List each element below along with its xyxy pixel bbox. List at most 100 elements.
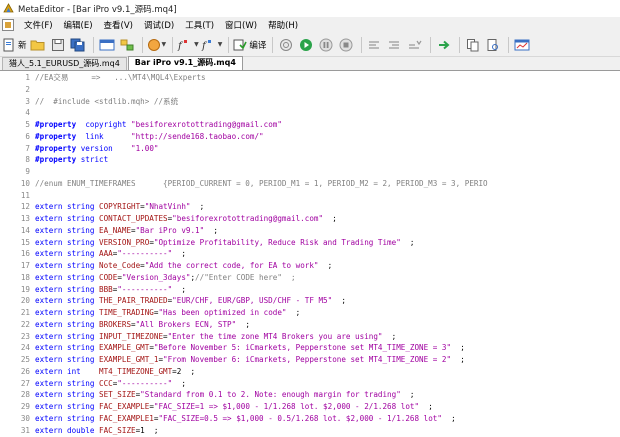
code-token-kw: strict: [80, 155, 109, 165]
code-line[interactable]: 1 //EA交易 => ...\MT4\MQL4\Experts: [0, 72, 205, 83]
code-text: extern string AAA="----------" ;: [30, 248, 186, 259]
save-all-button[interactable]: [69, 36, 87, 54]
menu-window[interactable]: 窗口(W): [221, 19, 264, 31]
code-line[interactable]: 30 extern string FAC_EXAMPLE1="FAC_SIZE=0…: [0, 413, 456, 424]
code-token-str: "EUR/CHF, EUR/GBP, USD/CHF - TF M5": [172, 296, 333, 306]
pause-debug-button[interactable]: [317, 36, 335, 54]
menu-file[interactable]: 文件(F): [20, 19, 60, 31]
forward-arrow-icon: [439, 40, 450, 49]
code-token-var: FAC_EXAMPLE1: [99, 413, 154, 423]
line-number: 28: [20, 390, 30, 400]
play-icon: [300, 38, 313, 51]
insert-dropdown-button[interactable]: ▼: [147, 36, 166, 54]
line-number: 15: [20, 237, 30, 247]
code-token-var: Note_Code: [99, 261, 141, 270]
step-out-button[interactable]: [406, 36, 424, 54]
menu-edit[interactable]: 编辑(E): [60, 19, 100, 31]
navigator-toggle-button[interactable]: [98, 36, 116, 54]
menu-view[interactable]: 查看(V): [100, 19, 140, 31]
code-line[interactable]: 18 extern string CODE="Version_3days";//"…: [0, 272, 296, 283]
code-line[interactable]: 6 #property link "http://sende168.taobao.…: [0, 131, 263, 142]
new-file-button[interactable]: 新: [2, 36, 27, 54]
line-number: 9: [25, 167, 30, 176]
code-token-kw: extern string: [35, 202, 100, 212]
menu-tools[interactable]: 工具(T): [181, 19, 221, 31]
code-line[interactable]: 25 extern string EXAMPLE_GMT_1="From Nove…: [0, 354, 465, 365]
open-folder-button[interactable]: [29, 36, 47, 54]
code-line[interactable]: 21 extern string TIME_TRADING="Has been o…: [0, 307, 300, 318]
code-token-kw: extern string: [35, 390, 100, 400]
code-token-kw: extern string: [35, 296, 100, 306]
compile-button[interactable]: 编译: [233, 36, 266, 54]
step-over-button[interactable]: [386, 36, 404, 54]
code-token-str: "FAC_SIZE=0.5 => $1,000 - 0.5/1.268 lot.…: [158, 413, 442, 423]
code-text: extern string SET_SIZE="Standard from 0.…: [30, 389, 415, 400]
find-document-icon: [487, 38, 499, 51]
format-dropdown-button[interactable]: f ▼: [177, 36, 199, 54]
terminal-button[interactable]: [513, 36, 531, 54]
code-line[interactable]: 8 #property strict: [0, 154, 108, 165]
code-token-txt: ;: [400, 237, 415, 247]
code-token-str: "----------": [117, 378, 173, 388]
code-text: #property strict: [30, 154, 108, 165]
code-editor[interactable]: 1//EA交易 => ...\MT4\MQL4\Experts 2 3// #inc…: [0, 71, 620, 437]
code-line[interactable]: 5 #property copyright "besiforexrotottrad…: [0, 119, 282, 130]
code-token-str: "besiforexrotottrading@gmail.com": [131, 120, 282, 129]
code-line[interactable]: 10 //enum ENUM_TIMEFRAMES {PERIOD_CURRENT…: [0, 178, 488, 189]
code-line[interactable]: 26 extern int MT4_TIMEZONE_GMT=2 ;: [0, 366, 195, 377]
code-line[interactable]: 23 extern string INPUT_TIMEZONE="Enter th…: [0, 331, 396, 342]
code-token-str: "----------": [117, 284, 173, 294]
code-line[interactable]: 12 extern string COPYRIGHT="NhatVinh" ;: [0, 201, 204, 212]
code-token-var: THE_PAIR_TRADED: [99, 296, 168, 306]
code-line[interactable]: 24 extern string EXAMPLE_GMT="Before Nove…: [0, 342, 465, 353]
code-line[interactable]: 11: [0, 190, 35, 201]
code-line[interactable]: 22 extern string BROKERS="All Brokers ECN…: [0, 319, 250, 330]
code-token-txt: ;: [323, 214, 337, 223]
code-line[interactable]: 15 extern string VERSION_PRO="Optimize Pr…: [0, 237, 415, 248]
code-token-var: TIME_TRADING: [99, 308, 154, 317]
code-token-kw: extern string: [35, 402, 100, 411]
debug-history-button[interactable]: [277, 36, 295, 54]
step-into-button[interactable]: [366, 36, 384, 54]
code-text: extern string INPUT_TIMEZONE="Enter the …: [30, 331, 396, 342]
new-file-label: 新: [18, 40, 27, 51]
code-line[interactable]: 7 #property version "1.00": [0, 143, 158, 154]
code-line[interactable]: 4: [0, 107, 35, 118]
find-button[interactable]: [484, 36, 502, 54]
code-line[interactable]: 14 extern string EA_NAME="Bar iPro v9.1" …: [0, 225, 218, 236]
menu-help[interactable]: 帮助(H): [264, 19, 305, 31]
menu-debug[interactable]: 调试(D): [140, 19, 181, 31]
code-token-txt: ;: [172, 284, 186, 294]
line-number: 24: [20, 343, 30, 353]
panel-layout-icon: [99, 39, 115, 50]
tab-bar-ipro[interactable]: Bar iPro v9.1_源码.mq4: [127, 56, 243, 70]
code-line[interactable]: 27 extern string CCC="----------" ;: [0, 378, 186, 389]
run-tester-button[interactable]: [435, 36, 453, 54]
toolbox-toggle-button[interactable]: [118, 36, 136, 54]
code-line[interactable]: 28 extern string SET_SIZE="Standard from …: [0, 389, 415, 400]
save-button[interactable]: [49, 36, 67, 54]
code-token-str: "Standard from 0.1 to 2. Note: enough ma…: [140, 390, 401, 400]
code-token-var: EXAMPLE_GMT_1: [99, 355, 159, 364]
styles-dropdown-button[interactable]: f ▼: [201, 36, 222, 54]
copy-button[interactable]: [464, 36, 482, 54]
code-line[interactable]: 13 extern string CONTACT_UPDATES="besifor…: [0, 213, 337, 224]
tab-hunter-eurusd[interactable]: 猎人_5.1_EURUSD_源码.mq4: [2, 57, 127, 70]
code-line[interactable]: 31 extern double FAC_SIZE=1 ;: [0, 425, 159, 436]
code-token-txt: ;: [419, 402, 433, 411]
code-line[interactable]: 20 extern string THE_PAIR_TRADED="EUR/CHF…: [0, 295, 346, 306]
code-line[interactable]: 9: [0, 166, 35, 177]
document-system-menu-icon[interactable]: [2, 19, 14, 31]
stop-debug-button[interactable]: [337, 36, 355, 54]
code-line[interactable]: 17 extern string Note_Code="Add the corre…: [0, 260, 332, 271]
save-disk-icon: [51, 38, 64, 51]
code-text: extern string TIME_TRADING="Has been opt…: [30, 307, 300, 318]
code-line[interactable]: 16 extern string AAA="----------" ;: [0, 248, 186, 259]
code-line[interactable]: 2: [0, 84, 35, 95]
code-line[interactable]: 19 extern string BBB="----------" ;: [0, 284, 186, 295]
code-text: extern string FAC_EXAMPLE="FAC_SIZE=1 =>…: [30, 401, 433, 412]
code-line[interactable]: 3 // #include <stdlib.mqh> //系统: [0, 96, 178, 107]
start-debug-button[interactable]: [297, 36, 315, 54]
code-text: #property copyright "besiforexrotottradi…: [30, 119, 282, 130]
code-line[interactable]: 29 extern string FAC_EXAMPLE="FAC_SIZE=1 …: [0, 401, 433, 412]
